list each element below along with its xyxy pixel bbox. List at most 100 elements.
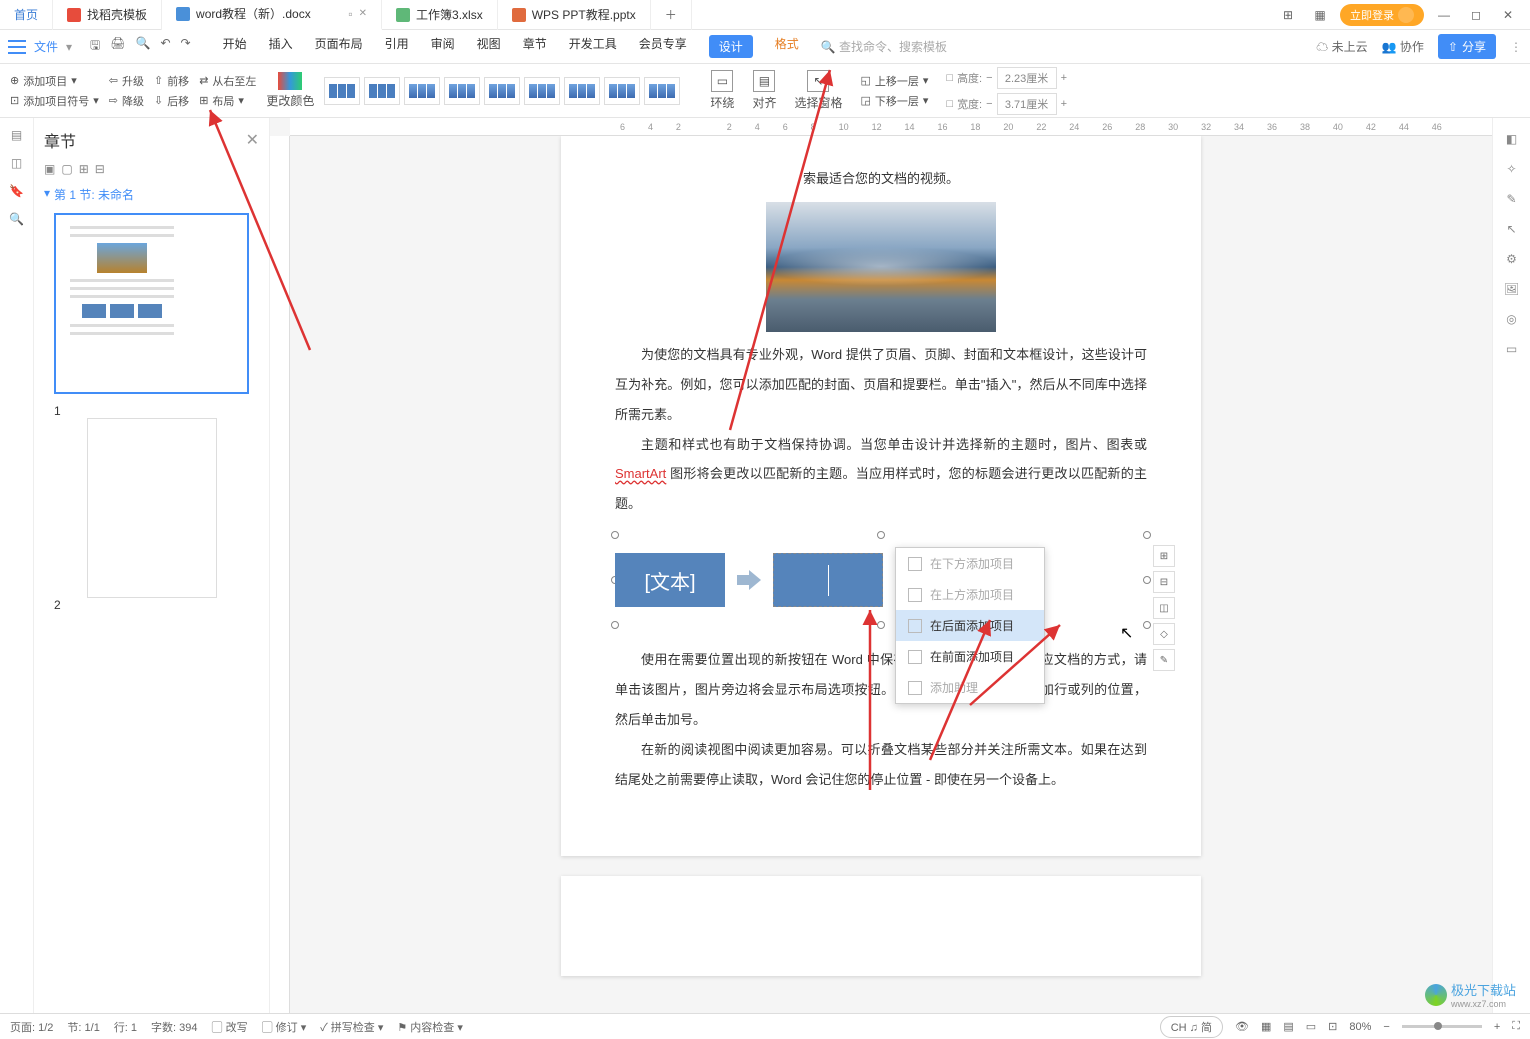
smartart-node-2[interactable]: [773, 553, 883, 607]
ctx-add-before[interactable]: 在前面添加项目: [896, 641, 1044, 672]
style-1[interactable]: [324, 77, 360, 105]
handle-br[interactable]: [1143, 621, 1151, 629]
menu-insert[interactable]: 插入: [269, 35, 293, 58]
ctx-add-after[interactable]: 在后面添加项目: [896, 610, 1044, 641]
menu-review[interactable]: 审阅: [431, 35, 455, 58]
prop-icon[interactable]: ◧: [1506, 132, 1517, 146]
smartart-object[interactable]: [文本] ⊞ ⊟ ◫ ◇ ✎ 在下方添加项目 在上方添加项目 在后面: [615, 535, 1147, 625]
section-1[interactable]: ▾第 1 节: 未命名: [34, 176, 269, 213]
edit-mode[interactable]: ▢ 改写: [212, 1019, 248, 1035]
redo-icon[interactable]: ↷: [181, 36, 191, 57]
tab-menu-icon[interactable]: ▫: [348, 7, 352, 21]
menu-start[interactable]: 开始: [223, 35, 247, 58]
share-button[interactable]: ⇧ 分享: [1438, 34, 1496, 59]
bookmark-icon[interactable]: 🔖: [9, 184, 24, 198]
ime-indicator[interactable]: CH ♫ 简: [1160, 1016, 1223, 1038]
undo-icon[interactable]: ↶: [160, 36, 170, 57]
zoom-slider[interactable]: [1402, 1025, 1482, 1028]
landscape-image[interactable]: [766, 202, 996, 332]
content-check[interactable]: ⚑ 内容检查 ▾: [397, 1019, 463, 1035]
move-bwd-button[interactable]: ⇩ 后移: [154, 93, 189, 109]
image-icon[interactable]: 🖼: [1504, 282, 1519, 296]
menu-icon[interactable]: [8, 40, 26, 54]
sa-tool-3[interactable]: ◫: [1153, 597, 1175, 619]
handle-tc[interactable]: [877, 531, 885, 539]
width-control[interactable]: □ 宽度: −3.71厘米+: [946, 93, 1067, 115]
menu-format[interactable]: 格式: [775, 35, 799, 58]
track-changes[interactable]: ▢ 修订 ▾: [262, 1019, 307, 1035]
new-tab-button[interactable]: ＋: [651, 0, 692, 30]
smartart-node-1[interactable]: [文本]: [615, 553, 725, 607]
rtl-button[interactable]: ⇄ 从右至左: [199, 73, 256, 89]
thumb-2-wrapper[interactable]: 2: [54, 418, 249, 612]
style-8[interactable]: [604, 77, 640, 105]
smartart-style-gallery[interactable]: [324, 77, 680, 105]
panel-close-icon[interactable]: ✕: [246, 130, 259, 150]
login-button[interactable]: 立即登录: [1340, 4, 1424, 26]
add-symbol-button[interactable]: ⊡ 添加项目符号 ▾: [10, 93, 99, 109]
menu-design[interactable]: 设计: [709, 35, 753, 58]
send-backward-button[interactable]: ◲ 下移一层 ▾: [860, 93, 928, 109]
add-item-button[interactable]: ⊕ 添加项目 ▾: [10, 73, 99, 89]
handle-bc[interactable]: [877, 621, 885, 629]
grid1-icon[interactable]: ⊞: [1276, 3, 1300, 27]
move-fwd-button[interactable]: ⇧ 前移: [154, 73, 189, 89]
close-window-button[interactable]: ✕: [1496, 3, 1520, 27]
style-7[interactable]: [564, 77, 600, 105]
zoom-value[interactable]: 80%: [1349, 1021, 1371, 1033]
preview-icon[interactable]: 🔍: [136, 36, 151, 57]
pin-icon[interactable]: ◫: [11, 156, 22, 170]
menu-vip[interactable]: 会员专享: [639, 35, 687, 58]
file-menu[interactable]: 文件: [34, 38, 58, 55]
tab-daoketemplate[interactable]: 找稻壳模板: [53, 0, 162, 30]
demote-button[interactable]: ⇨ 降级: [109, 93, 144, 109]
cloud-status[interactable]: ☁ 未上云: [1316, 38, 1367, 55]
tab-xlsx[interactable]: 工作簿3.xlsx: [382, 0, 498, 30]
command-search[interactable]: 🔍 查找命令、搜索模板: [821, 38, 947, 55]
style-5[interactable]: [484, 77, 520, 105]
style-9[interactable]: [644, 77, 680, 105]
spell-check[interactable]: ✓ 拼写检查 ▾: [320, 1019, 383, 1035]
style-3[interactable]: [404, 77, 440, 105]
home-tab[interactable]: 首页: [0, 0, 53, 30]
menu-dev[interactable]: 开发工具: [569, 35, 617, 58]
magic-icon[interactable]: ✧: [1506, 162, 1516, 176]
bring-forward-button[interactable]: ◱ 上移一层 ▾: [860, 73, 928, 89]
page-status[interactable]: 页面: 1/2: [10, 1019, 53, 1035]
sa-tool-4[interactable]: ◇: [1153, 623, 1175, 645]
align-button[interactable]: ▤对齐: [752, 70, 776, 111]
document-page-1[interactable]: 索最适合您的文档的视频。 为使您的文档具有专业外观，Word 提供了页眉、页脚、…: [561, 136, 1201, 856]
target-icon[interactable]: ◎: [1506, 312, 1516, 326]
promote-button[interactable]: ⇦ 升级: [109, 73, 144, 89]
coop-button[interactable]: 👥 协作: [1382, 38, 1424, 55]
remove-icon[interactable]: ⊟: [95, 162, 105, 176]
print-icon[interactable]: 🖨: [110, 36, 125, 57]
search-icon[interactable]: 🔍: [9, 212, 24, 226]
sa-tool-2[interactable]: ⊟: [1153, 571, 1175, 593]
view-page-icon[interactable]: ▦: [1261, 1020, 1271, 1033]
word-count[interactable]: 字数: 394: [151, 1019, 197, 1035]
handle-tl[interactable]: [611, 531, 619, 539]
document-page-2[interactable]: [561, 876, 1201, 976]
pen-icon[interactable]: ✎: [1506, 192, 1516, 206]
select-pane-button[interactable]: ↖选择窗格: [794, 70, 842, 111]
handle-bl[interactable]: [611, 621, 619, 629]
collapse-icon[interactable]: ▣: [44, 162, 55, 176]
minimize-button[interactable]: —: [1432, 3, 1456, 27]
close-icon[interactable]: ✕: [359, 8, 367, 19]
change-color-button[interactable]: 更改颜色: [266, 72, 314, 109]
style-4[interactable]: [444, 77, 480, 105]
handle-mr[interactable]: [1143, 576, 1151, 584]
thumb-1-wrapper[interactable]: 1: [54, 213, 249, 418]
tab-pptx[interactable]: WPS PPT教程.pptx: [498, 0, 651, 30]
menu-layout[interactable]: 页面布局: [315, 35, 363, 58]
zoom-fit-icon[interactable]: ⊡: [1328, 1020, 1337, 1033]
menu-reference[interactable]: 引用: [385, 35, 409, 58]
expand-icon[interactable]: ▢: [61, 162, 72, 176]
menu-chapter[interactable]: 章节: [523, 35, 547, 58]
grid2-icon[interactable]: ▦: [1308, 3, 1332, 27]
view-web-icon[interactable]: ▤: [1283, 1020, 1293, 1033]
style-6[interactable]: [524, 77, 560, 105]
layout-button[interactable]: ⊞ 布局 ▾: [199, 93, 244, 109]
menu-view[interactable]: 视图: [477, 35, 501, 58]
